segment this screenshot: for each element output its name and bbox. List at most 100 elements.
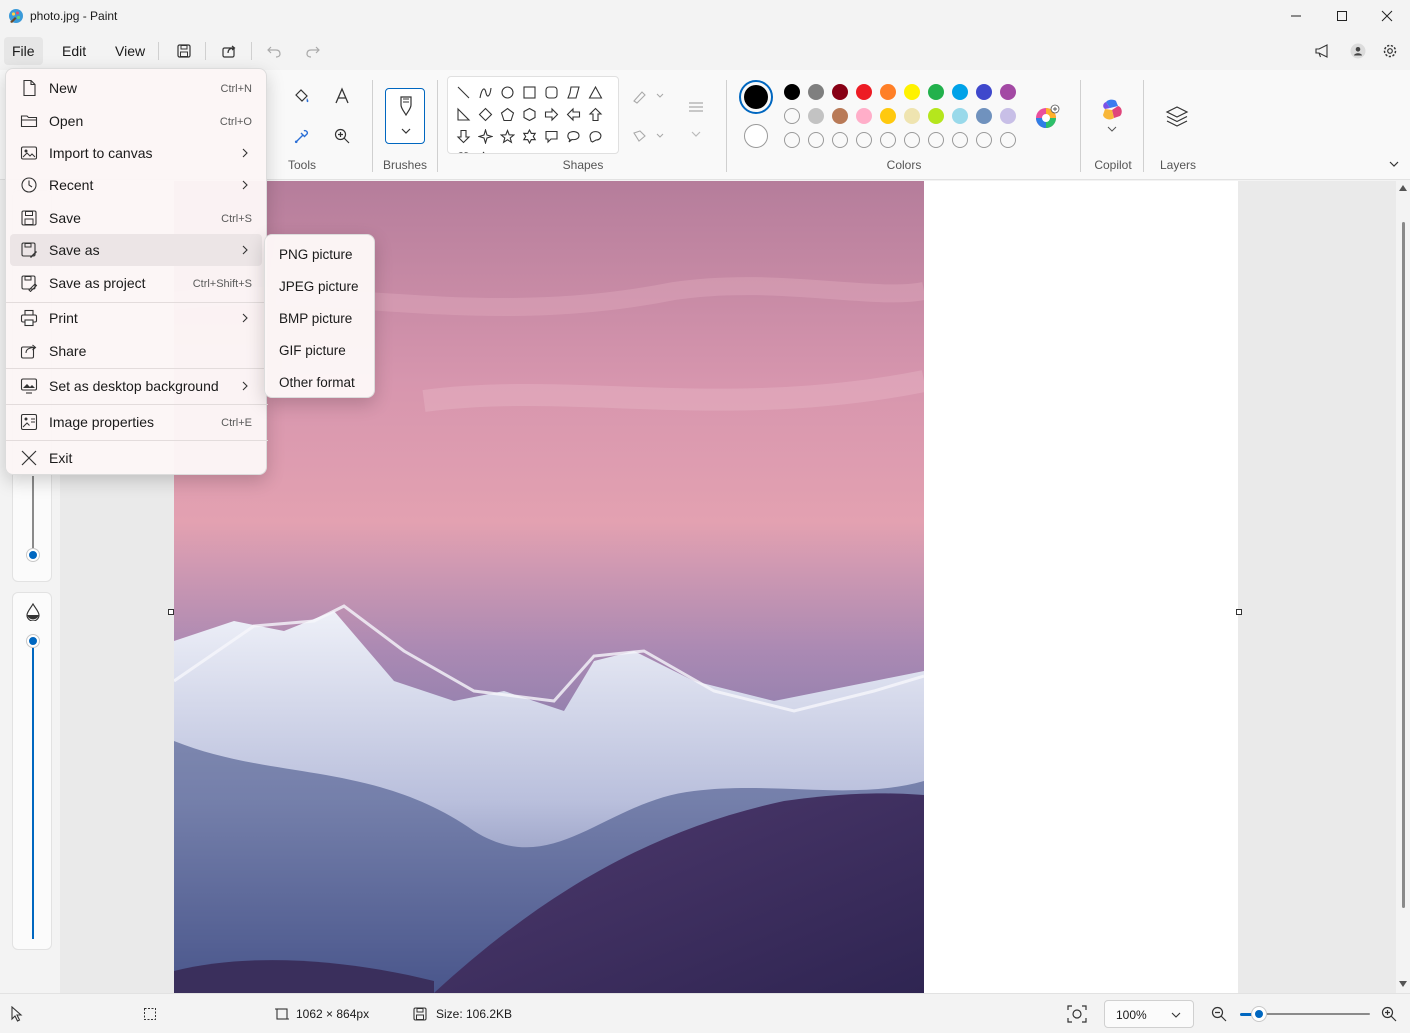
color-swatch[interactable]: [976, 108, 992, 124]
custom-color-slot[interactable]: [976, 132, 992, 148]
undo-button[interactable]: [261, 39, 287, 63]
rounded-rectangle-shape-button[interactable]: [541, 82, 561, 102]
custom-color-slot[interactable]: [784, 108, 800, 124]
color-swatch[interactable]: [952, 108, 968, 124]
color-swatch[interactable]: [880, 108, 896, 124]
text-tool-button[interactable]: [328, 82, 356, 110]
up-arrow-shape-button[interactable]: [585, 104, 605, 124]
lightning-shape-button[interactable]: [475, 147, 495, 153]
account-button[interactable]: [1345, 39, 1371, 63]
scroll-up-icon[interactable]: [1399, 185, 1407, 191]
secondary-color-button[interactable]: [744, 124, 768, 148]
custom-color-slot[interactable]: [832, 132, 848, 148]
fit-to-window-icon[interactable]: [1066, 1004, 1088, 1024]
oval-callout-shape-button[interactable]: [563, 126, 583, 146]
magnifier-tool-button[interactable]: [328, 122, 356, 150]
down-arrow-shape-button[interactable]: [453, 126, 473, 146]
opacity-slider-track[interactable]: [32, 643, 34, 939]
brushes-button[interactable]: [385, 88, 425, 144]
file-menu-exit[interactable]: Exit: [10, 442, 262, 474]
zoom-slider-thumb[interactable]: [1252, 1007, 1266, 1021]
color-swatch[interactable]: [880, 84, 896, 100]
view-menu-button[interactable]: View: [107, 37, 153, 65]
file-menu-print[interactable]: Print: [10, 302, 262, 334]
feedback-button[interactable]: [1309, 39, 1335, 63]
zoom-out-icon[interactable]: [1211, 1006, 1227, 1022]
primary-color-button[interactable]: [739, 80, 773, 114]
custom-color-slot[interactable]: [904, 132, 920, 148]
save-as-other-format[interactable]: Other format: [269, 366, 372, 396]
zoom-slider-track[interactable]: [1254, 1013, 1370, 1015]
four-point-star-shape-button[interactable]: [475, 126, 495, 146]
color-swatch[interactable]: [856, 108, 872, 124]
color-swatch[interactable]: [952, 84, 968, 100]
edit-menu-button[interactable]: Edit: [54, 37, 94, 65]
rectangle-shape-button[interactable]: [519, 82, 539, 102]
color-swatch[interactable]: [1000, 84, 1016, 100]
file-menu-share[interactable]: Share: [10, 335, 262, 367]
file-menu-desktop-background[interactable]: Set as desktop background: [10, 370, 262, 402]
color-swatch[interactable]: [976, 84, 992, 100]
color-swatch[interactable]: [784, 84, 800, 100]
custom-color-slot[interactable]: [880, 132, 896, 148]
close-window-button[interactable]: [1364, 0, 1410, 32]
fill-style-button[interactable]: [628, 122, 668, 150]
custom-color-slot[interactable]: [928, 132, 944, 148]
color-swatch[interactable]: [928, 84, 944, 100]
copilot-button[interactable]: [1098, 96, 1128, 136]
opacity-slider-thumb[interactable]: [27, 635, 39, 647]
hexagon-shape-button[interactable]: [519, 104, 539, 124]
fill-tool-button[interactable]: [288, 82, 316, 110]
quick-share-button[interactable]: [216, 39, 242, 63]
oval-shape-button[interactable]: [497, 82, 517, 102]
color-swatch[interactable]: [856, 84, 872, 100]
save-as-jpeg[interactable]: JPEG picture: [269, 270, 372, 300]
pentagon-shape-button[interactable]: [497, 104, 517, 124]
heart-shape-button[interactable]: [453, 147, 473, 153]
size-slider-thumb[interactable]: [27, 549, 39, 561]
file-menu-image-properties[interactable]: Image properties Ctrl+E: [10, 406, 262, 438]
color-swatch[interactable]: [832, 84, 848, 100]
minimize-button[interactable]: [1273, 0, 1319, 32]
size-slider-track[interactable]: [32, 476, 34, 556]
cloud-callout-shape-button[interactable]: [585, 126, 605, 146]
settings-button[interactable]: [1377, 39, 1403, 63]
file-menu-open[interactable]: Open Ctrl+O: [10, 105, 262, 137]
color-swatch[interactable]: [1000, 108, 1016, 124]
resize-handle-left[interactable]: [168, 609, 174, 615]
right-triangle-shape-button[interactable]: [453, 104, 473, 124]
custom-color-slot[interactable]: [856, 132, 872, 148]
color-swatch[interactable]: [928, 108, 944, 124]
five-point-star-shape-button[interactable]: [497, 126, 517, 146]
color-swatch[interactable]: [808, 84, 824, 100]
file-menu-save-as[interactable]: Save as: [10, 234, 262, 266]
six-point-star-shape-button[interactable]: [519, 126, 539, 146]
vertical-scrollbar-thumb[interactable]: [1402, 222, 1405, 908]
redo-button[interactable]: [300, 39, 326, 63]
stroke-size-button[interactable]: [682, 94, 710, 122]
custom-color-slot[interactable]: [1000, 132, 1016, 148]
color-swatch[interactable]: [808, 108, 824, 124]
custom-color-slot[interactable]: [784, 132, 800, 148]
color-picker-tool-button[interactable]: [288, 122, 316, 150]
zoom-in-icon[interactable]: [1381, 1006, 1397, 1022]
resize-handle-right[interactable]: [1236, 609, 1242, 615]
collapse-ribbon-icon[interactable]: [1388, 160, 1400, 168]
file-menu-recent[interactable]: Recent: [10, 169, 262, 201]
maximize-button[interactable]: [1319, 0, 1365, 32]
custom-color-slot[interactable]: [952, 132, 968, 148]
right-arrow-shape-button[interactable]: [541, 104, 561, 124]
line-shape-button[interactable]: [453, 82, 473, 102]
file-menu-button[interactable]: File: [4, 37, 43, 65]
file-menu-import[interactable]: Import to canvas: [10, 137, 262, 169]
outline-style-button[interactable]: [628, 82, 668, 110]
rect-callout-shape-button[interactable]: [541, 126, 561, 146]
color-swatch[interactable]: [904, 108, 920, 124]
zoom-select[interactable]: 100%: [1104, 1000, 1194, 1028]
color-swatch[interactable]: [904, 84, 920, 100]
save-as-png[interactable]: PNG picture: [269, 238, 372, 268]
save-as-bmp[interactable]: BMP picture: [269, 302, 372, 332]
file-menu-save[interactable]: Save Ctrl+S: [10, 202, 262, 234]
custom-color-slot[interactable]: [808, 132, 824, 148]
file-menu-new[interactable]: New Ctrl+N: [10, 72, 262, 104]
